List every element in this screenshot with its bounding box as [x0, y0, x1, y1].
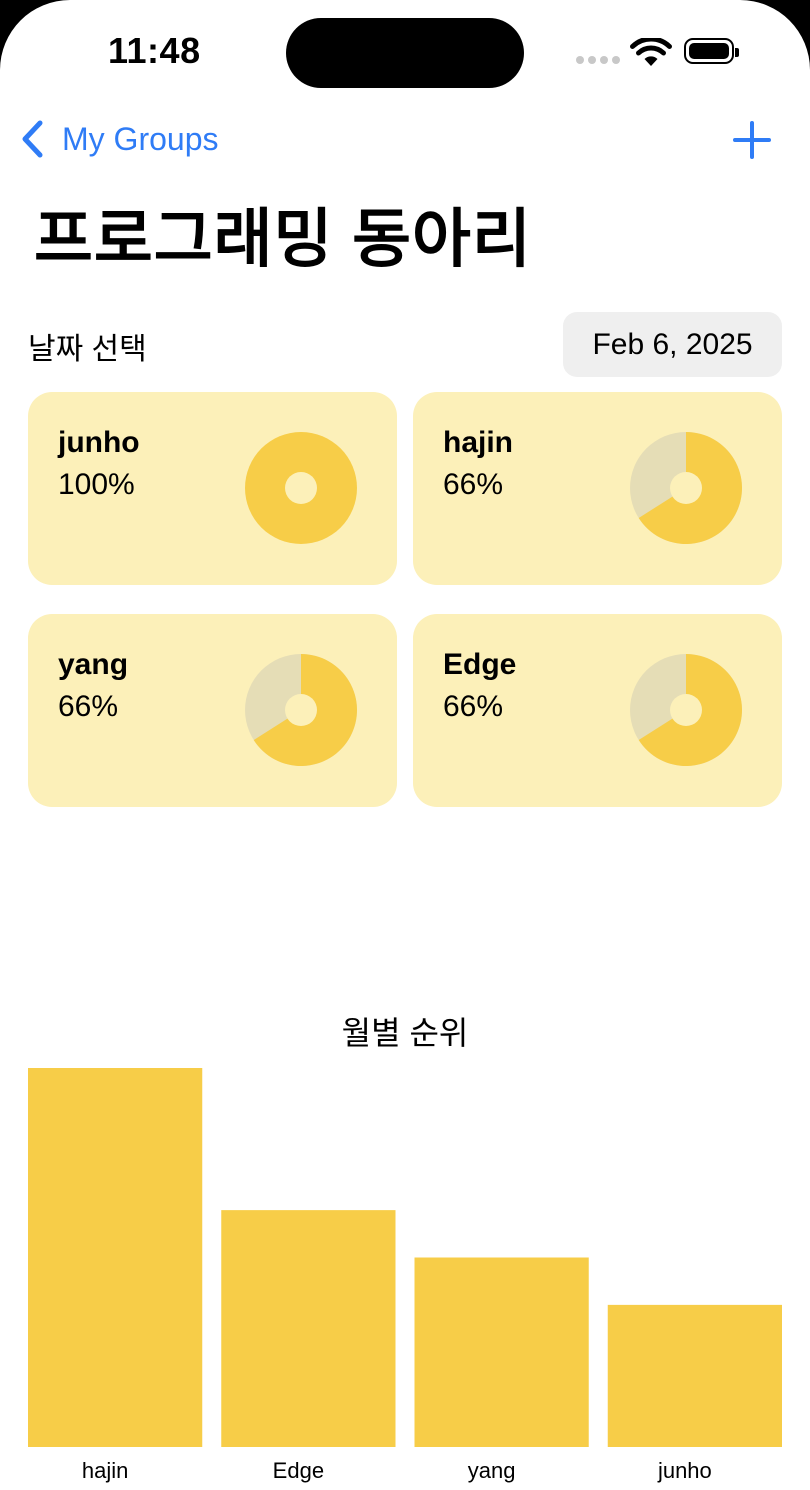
bar-label-yang: yang	[468, 1458, 516, 1483]
bar-edge	[221, 1210, 396, 1447]
bar-yang	[414, 1257, 589, 1447]
bar-junho	[607, 1304, 782, 1447]
bar-label-edge: Edge	[273, 1458, 324, 1483]
bar-label-junho: junho	[657, 1458, 712, 1483]
bar-hajin	[28, 1068, 203, 1447]
app-screen: 11:48 My Groups 프로그래밍 동아리 날짜 선택 Feb 6, 2…	[0, 0, 810, 1490]
monthly-ranking-chart: hajin Edge yang junho	[28, 1068, 782, 1483]
bar-label-hajin: hajin	[82, 1458, 128, 1483]
